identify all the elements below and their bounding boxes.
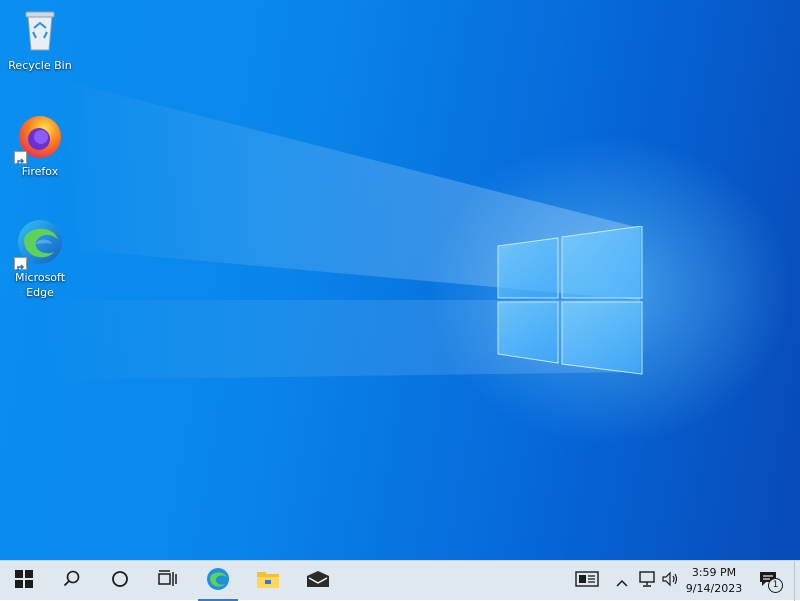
desktop-wallpaper: Recycle Bin Firefox Microsoft Edge	[0, 0, 800, 560]
taskbar-edge-button[interactable]	[194, 561, 242, 601]
light-beams	[40, 80, 640, 380]
start-button[interactable]	[0, 561, 48, 601]
clock-time: 3:59 PM	[691, 566, 737, 579]
taskbar-file-explorer-button[interactable]	[244, 561, 292, 601]
show-desktop-button[interactable]	[794, 561, 800, 601]
desktop-icon-recycle-bin[interactable]: Recycle Bin	[4, 6, 76, 73]
action-center-icon: 1	[759, 571, 783, 593]
windows-start-icon	[15, 570, 33, 592]
show-hidden-icons-button[interactable]	[612, 561, 632, 601]
desktop-icon-firefox[interactable]: Firefox	[4, 112, 76, 179]
network-icon	[638, 571, 656, 591]
mail-icon	[306, 570, 330, 592]
edge-icon	[206, 567, 230, 595]
edge-icon	[14, 218, 64, 271]
firefox-icon	[14, 112, 64, 165]
shortcut-arrow-icon	[14, 257, 27, 271]
clock-date: 9/14/2023	[685, 582, 743, 595]
cortana-circle-icon	[111, 570, 129, 592]
clock-button[interactable]: 3:59 PM 9/14/2023	[678, 561, 750, 601]
notification-count-badge: 1	[768, 578, 783, 593]
search-button[interactable]	[48, 561, 96, 601]
task-view-icon	[158, 570, 178, 592]
news-and-interests-button[interactable]	[570, 561, 604, 601]
network-button[interactable]	[636, 561, 658, 601]
action-center-button[interactable]: 1	[754, 561, 786, 601]
shortcut-arrow-icon	[14, 151, 27, 165]
cortana-button[interactable]	[96, 561, 144, 601]
taskbar: 3:59 PM 9/14/2023 1	[0, 560, 800, 601]
desktop-icon-label: Recycle Bin	[8, 59, 72, 72]
recycle-bin-icon	[16, 6, 64, 54]
desktop-icon-edge[interactable]: Microsoft Edge	[4, 218, 76, 300]
news-and-interests-icon	[575, 571, 599, 591]
chevron-up-icon	[616, 572, 628, 591]
folder-icon	[256, 569, 280, 593]
windows-logo-wallpaper	[497, 226, 643, 375]
task-view-button[interactable]	[144, 561, 192, 601]
taskbar-mail-button[interactable]	[294, 561, 342, 601]
search-icon	[63, 570, 81, 592]
desktop-icon-label: Microsoft Edge	[14, 271, 66, 299]
